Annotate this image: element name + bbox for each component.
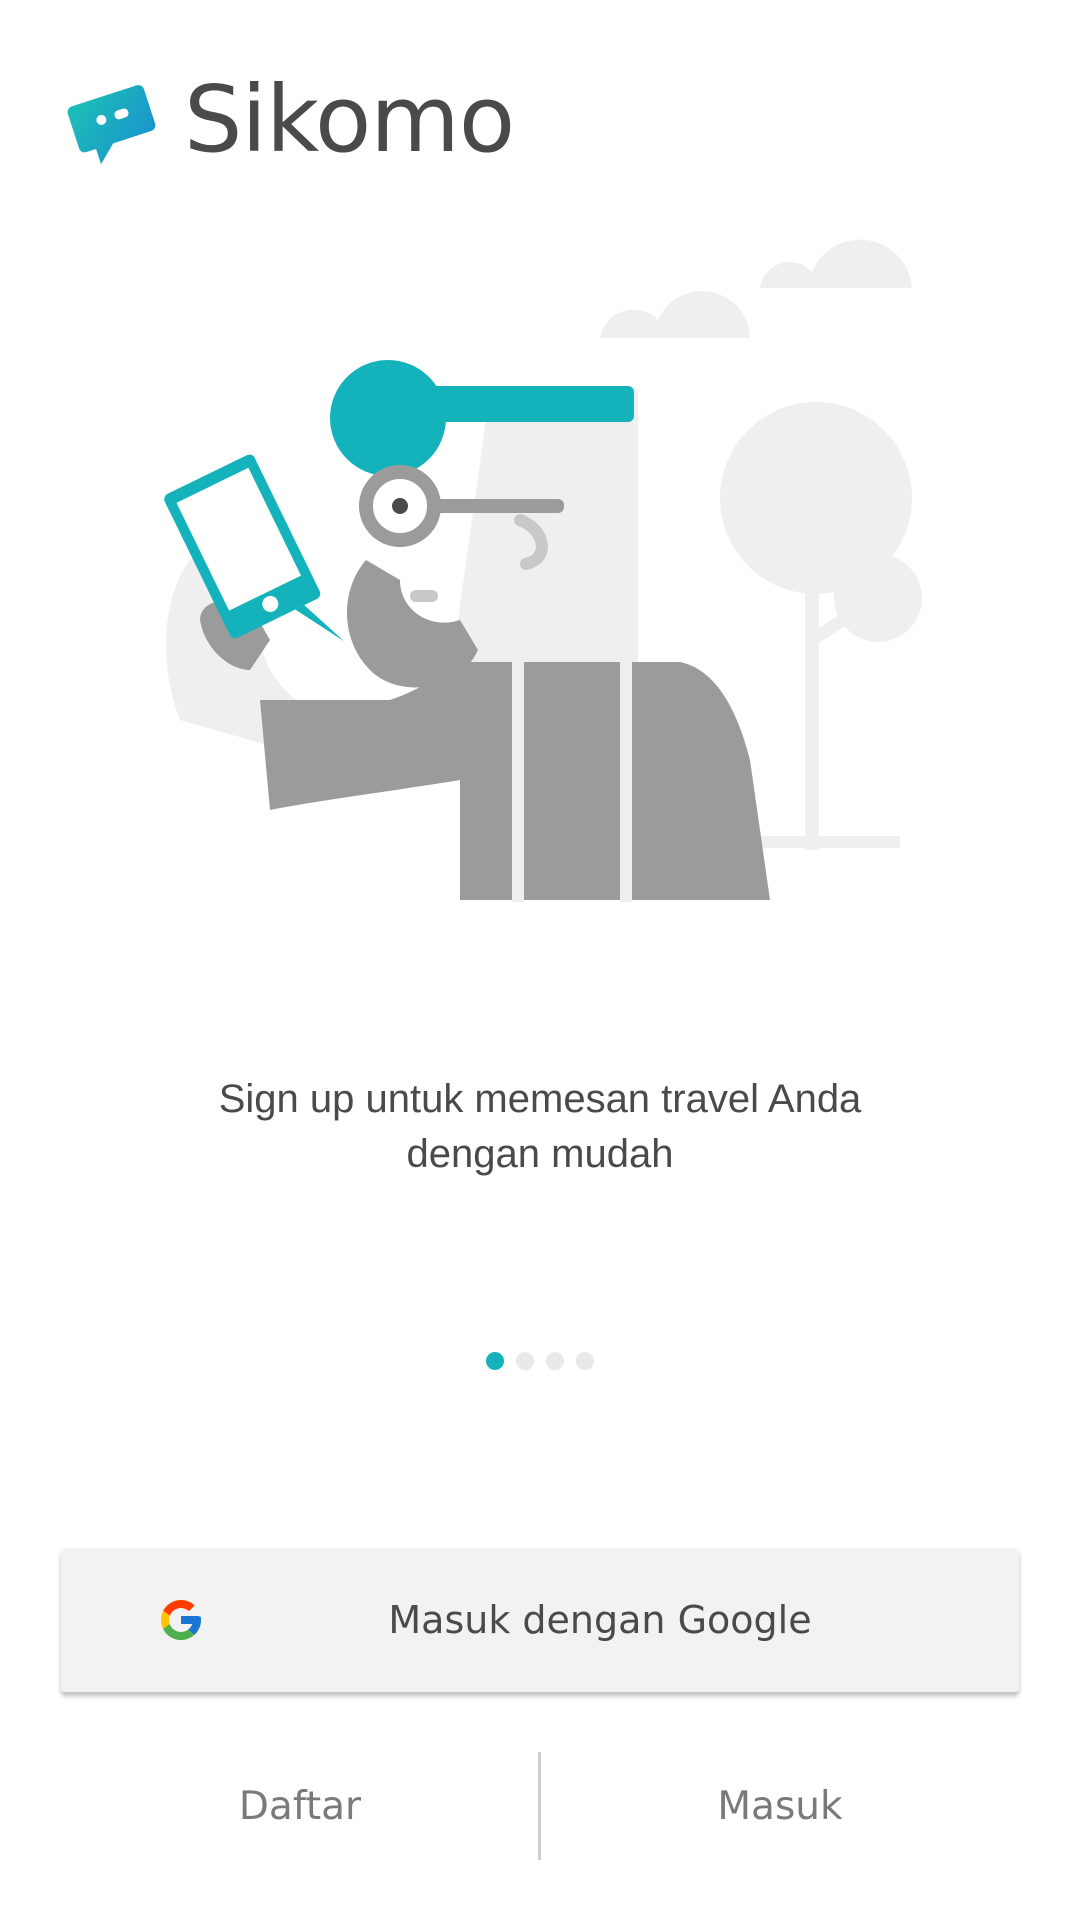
page-indicator-dot[interactable] <box>516 1352 534 1370</box>
register-button[interactable]: Daftar <box>60 1752 540 1860</box>
sikomo-logo-icon <box>67 85 156 165</box>
caption-line-2: dengan mudah <box>406 1132 674 1176</box>
page-indicator-dot-active[interactable] <box>486 1352 504 1370</box>
auth-actions: Daftar Masuk <box>0 1752 1080 1860</box>
google-icon <box>161 1600 201 1640</box>
login-button[interactable]: Masuk <box>540 1752 1020 1860</box>
app-logo: Sikomo <box>66 66 515 173</box>
onboarding-caption: Sign up untuk memesan travel Anda dengan… <box>0 1072 1080 1182</box>
onboarding-illustration <box>160 200 940 910</box>
app-name: Sikomo <box>184 66 515 173</box>
page-indicator-dot[interactable] <box>546 1352 564 1370</box>
google-sign-in-button[interactable]: Masuk dengan Google <box>61 1548 1019 1692</box>
page-indicator-dot[interactable] <box>576 1352 594 1370</box>
person-with-phone-illustration <box>164 239 922 902</box>
caption-line-1: Sign up untuk memesan travel Anda <box>218 1077 862 1121</box>
page-indicator <box>0 1352 1080 1370</box>
